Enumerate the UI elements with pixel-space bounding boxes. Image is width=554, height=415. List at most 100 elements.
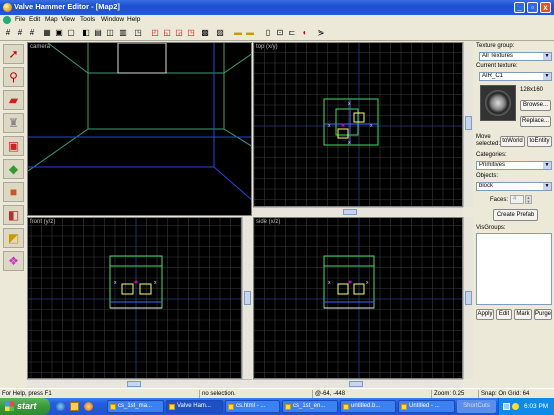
current-texture-label: Current texture:	[476, 63, 518, 69]
decal-tool-icon[interactable]: ◧	[3, 205, 24, 225]
texture-group-select[interactable]: All Textures ▼	[479, 52, 552, 61]
tie-to-entity-icon[interactable]: ◧	[81, 28, 91, 38]
start-button[interactable]: start	[0, 398, 50, 415]
top-viewport-hscroll[interactable]	[253, 207, 463, 216]
selection-status: no selection.	[199, 390, 236, 398]
scroll-thumb[interactable]	[343, 209, 357, 215]
hollow-icon[interactable]: ◱	[162, 28, 172, 38]
clock[interactable]: 6:03 PM	[524, 398, 548, 415]
ungroup-icon[interactable]: ▢	[66, 28, 76, 38]
cordon-icon[interactable]: ◳	[133, 28, 143, 38]
task-label: Valve Ham...	[177, 403, 211, 409]
window-title: Valve Hammer Editor - [Map2]	[14, 2, 120, 11]
menu-edit[interactable]: Edit	[29, 16, 40, 23]
paint-icon	[343, 404, 349, 410]
texture-lock-icon[interactable]: ▦	[42, 28, 52, 38]
visgroups-label: VisGroups:	[476, 225, 506, 231]
apply-texture-icon[interactable]: ■	[3, 182, 24, 202]
toggle-3d-icon[interactable]: ▬	[233, 28, 243, 38]
scroll-thumb[interactable]	[465, 116, 472, 130]
apply-button[interactable]: Apply	[476, 309, 494, 320]
camera-viewport[interactable]: camera	[27, 42, 252, 216]
scroll-thumb[interactable]	[349, 381, 363, 387]
selection-tool-icon[interactable]: ➚	[3, 44, 24, 64]
task-cs-html[interactable]: cs.html - ...	[225, 400, 280, 413]
magnify-tool-icon[interactable]: ⚲	[3, 67, 24, 87]
media-icon[interactable]	[84, 402, 93, 411]
front-viewport-vscroll[interactable]	[242, 217, 252, 379]
run-map-icon[interactable]: ▩	[200, 28, 210, 38]
browse-button[interactable]: Browse...	[520, 100, 551, 111]
volume-icon[interactable]	[512, 403, 519, 410]
replace-button[interactable]: Replace...	[520, 116, 551, 127]
carve-icon[interactable]: ◰	[150, 28, 160, 38]
clip-icon[interactable]: ◲	[174, 28, 184, 38]
purge-button[interactable]: Purge	[534, 309, 552, 320]
block-tool-icon[interactable]: ▣	[3, 136, 24, 156]
coords-status: @-64, -448	[312, 390, 345, 398]
front-viewport-hscroll[interactable]	[27, 379, 252, 388]
restore-button[interactable]: ▫	[527, 2, 538, 13]
current-texture-select[interactable]: AIR_C1 ▼	[479, 72, 552, 81]
pointfile-icon[interactable]: ⊏	[287, 28, 297, 38]
to-entity-button[interactable]: toEntity	[527, 136, 552, 147]
folder-icon[interactable]	[70, 402, 79, 411]
ie-icon[interactable]	[56, 402, 65, 411]
vertex-tool-icon[interactable]: ❖	[3, 251, 24, 271]
menu-file[interactable]: File	[15, 16, 25, 23]
move-to-world-icon[interactable]: ▤	[93, 28, 103, 38]
tool-palette: ➚ ⚲ ▰ ♜ ▣ ◆ ■ ◧ ◩ ❖	[0, 42, 27, 388]
start-label: start	[17, 401, 37, 411]
entity-tool-icon[interactable]: ♜	[3, 113, 24, 133]
menu-tools[interactable]: Tools	[80, 16, 95, 23]
create-prefab-button[interactable]: Create Prefab	[493, 209, 538, 221]
task-untitled-notepad[interactable]: Untitled - ...	[398, 400, 455, 413]
faces-input[interactable]: 4	[510, 195, 524, 204]
grid-larger-icon[interactable]: #	[27, 28, 37, 38]
side-viewport[interactable]: side (x/z) x x	[253, 217, 463, 379]
scroll-thumb[interactable]	[244, 291, 251, 305]
edit-button[interactable]: Edit	[496, 309, 512, 320]
clipping-tool-icon[interactable]: ◩	[3, 228, 24, 248]
autoselect-icon[interactable]: ⊡	[275, 28, 285, 38]
task-cs-1st-en[interactable]: cs_1st_en...	[282, 400, 338, 413]
task-cs-1st-map[interactable]: cs_1st_ma...	[107, 400, 164, 413]
shortcuts-toolbar[interactable]: ShortCuts	[457, 400, 496, 413]
minimize-button[interactable]: _	[514, 2, 525, 13]
top-viewport-vscroll[interactable]	[463, 42, 473, 207]
grid-smaller-icon[interactable]: #	[15, 28, 25, 38]
group-icon[interactable]: ▣	[54, 28, 64, 38]
entity-report-icon[interactable]: ▥	[118, 28, 128, 38]
scroll-thumb[interactable]	[465, 291, 472, 305]
menu-view[interactable]: View	[61, 16, 75, 23]
side-viewport-vscroll[interactable]	[463, 217, 473, 379]
scroll-thumb[interactable]	[127, 381, 141, 387]
network-icon[interactable]	[503, 403, 510, 410]
menu-window[interactable]: Window	[101, 16, 124, 23]
front-viewport[interactable]: front (y/z) x x	[27, 217, 242, 379]
close-button[interactable]: x	[540, 2, 551, 13]
visgroups-list[interactable]	[476, 233, 552, 305]
menu-map[interactable]: Map	[45, 16, 58, 23]
categories-select[interactable]: Primitives ▼	[476, 161, 552, 170]
light-icon[interactable]: ◐	[300, 28, 310, 38]
top-viewport[interactable]: top (x/y) x x x x	[253, 42, 463, 207]
side-viewport-hscroll[interactable]	[253, 379, 463, 388]
objects-select[interactable]: block ▼	[476, 182, 552, 191]
to-world-button[interactable]: toWorld	[500, 136, 525, 147]
task-valve-hammer[interactable]: Valve Ham...	[166, 400, 223, 413]
texture-application-icon[interactable]: ◆	[3, 159, 24, 179]
check-problems-icon[interactable]: ▨	[215, 28, 225, 38]
toggle-2d-icon[interactable]: ▬	[245, 28, 255, 38]
front-brushes: x x	[109, 255, 163, 309]
decal-icon[interactable]: ⋟	[316, 28, 326, 38]
vertex-icon[interactable]: ◳	[186, 28, 196, 38]
task-untitled-bmp[interactable]: untitled.b...	[340, 400, 396, 413]
grid-toggle-icon[interactable]: #	[3, 28, 13, 38]
menu-help[interactable]: Help	[127, 16, 140, 23]
hide-objects-icon[interactable]: ◫	[105, 28, 115, 38]
mark-button[interactable]: Mark	[514, 309, 532, 320]
camera-tool-icon[interactable]: ▰	[3, 90, 24, 110]
faces-spinner[interactable]: ▲ ▼	[525, 195, 532, 204]
select-area-icon[interactable]: ▯	[263, 28, 273, 38]
